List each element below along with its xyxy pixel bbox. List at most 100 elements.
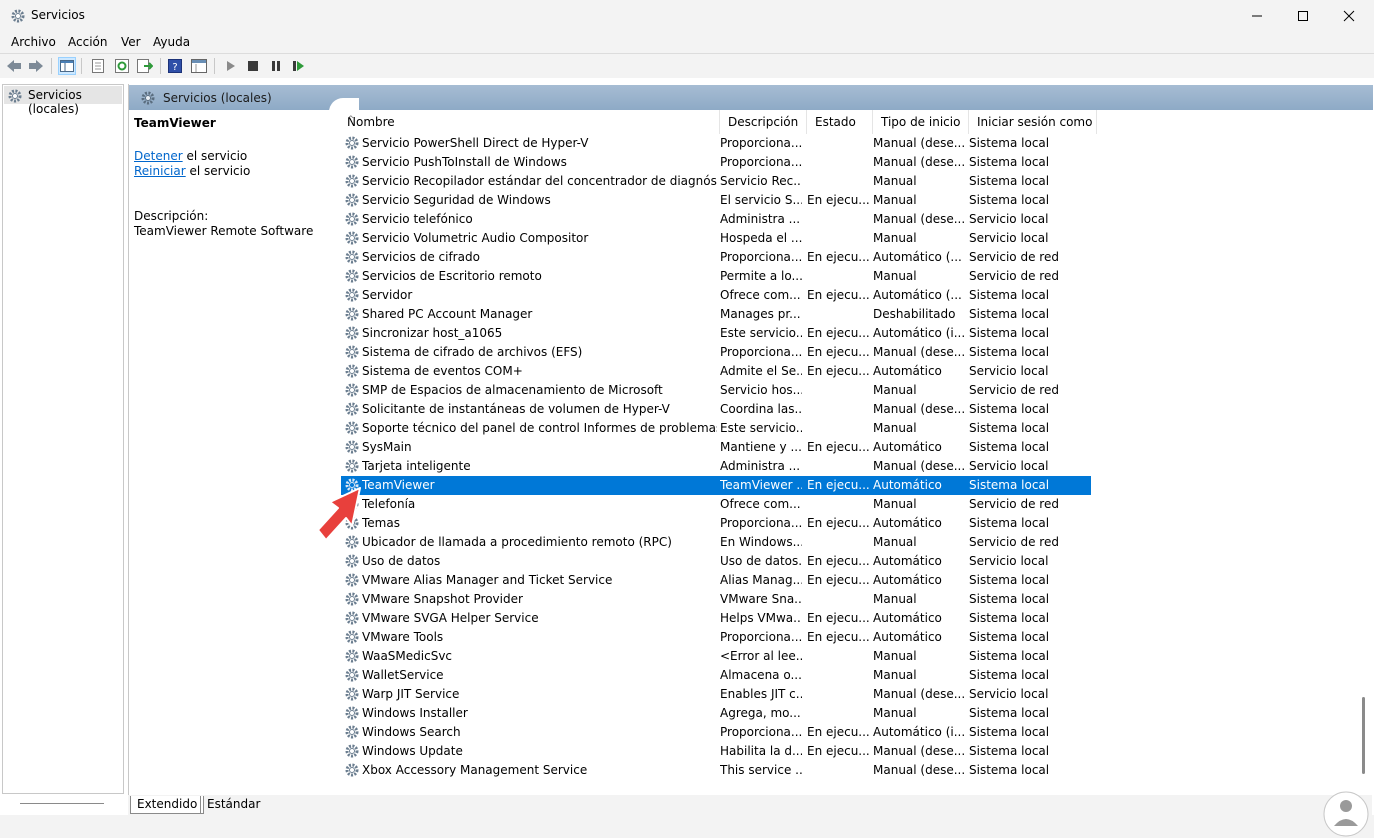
pause-service-button[interactable] [267, 57, 285, 75]
stop-service-link[interactable]: Detener [134, 149, 183, 163]
column-header[interactable]: Nombre ^ [339, 110, 720, 134]
refresh-button[interactable] [113, 57, 131, 75]
service-status: En ejecu... [807, 440, 870, 454]
column-header[interactable]: Estado [807, 110, 873, 134]
service-logon: Sistema local [969, 440, 1050, 454]
status-bar [0, 815, 1374, 838]
table-row[interactable]: Servicio Volumetric Audio Compositor Hosp… [341, 229, 1091, 248]
service-gear-icon [344, 249, 360, 265]
table-row[interactable]: Solicitante de instantáneas de volumen d… [341, 400, 1091, 419]
column-header-label: Tipo de inicio [881, 115, 961, 129]
service-description: El servicio S... [720, 193, 802, 207]
service-startup-type: Manual (dese... [873, 212, 965, 226]
service-name: Servicio Recopilador estándar del concen… [362, 174, 717, 188]
stop-service-button[interactable] [244, 57, 262, 75]
table-row[interactable]: Sincronizar host_a1065 Este servicio... En… [341, 324, 1091, 343]
table-row[interactable]: Servicios de Escritorio remoto Permite a … [341, 267, 1091, 286]
table-row[interactable]: Sistema de eventos COM+ Admite el Se... En… [341, 362, 1091, 381]
service-description: Almacena o... [720, 668, 802, 682]
menu-ayuda[interactable]: Ayuda [153, 35, 190, 49]
service-logon: Sistema local [969, 174, 1050, 188]
table-row[interactable]: VMware Snapshot Provider VMware Sna... Man… [341, 590, 1091, 609]
menu-archivo[interactable]: Archivo [11, 35, 56, 49]
service-startup-type: Manual [873, 668, 917, 682]
table-row[interactable]: Windows Update Habilita la d... En ejecu..… [341, 742, 1091, 761]
service-gear-icon [344, 401, 360, 417]
table-row[interactable]: Servicio Seguridad de Windows El servicio… [341, 191, 1091, 210]
table-row[interactable]: VMware Tools Proporciona... En ejecu... Aut… [341, 628, 1091, 647]
restart-service-button[interactable] [290, 57, 308, 75]
column-header[interactable]: Descripción [720, 110, 807, 134]
menu-accion[interactable]: Acción [68, 35, 107, 49]
service-name: Shared PC Account Manager [362, 307, 533, 321]
service-description: Servicio hos... [720, 383, 802, 397]
start-service-button[interactable] [222, 57, 240, 75]
table-row[interactable]: WalletService Almacena o... Manual Sistema … [341, 666, 1091, 685]
tab-extendido[interactable]: Extendido [130, 796, 205, 814]
show-hide-console-tree-button[interactable] [58, 57, 76, 75]
table-row[interactable]: Soporte técnico del panel de control Inf… [341, 419, 1091, 438]
column-header[interactable]: Tipo de inicio [873, 110, 969, 134]
toolbar-separator [81, 58, 82, 74]
tree-node-local-services[interactable]: Servicios (locales) [4, 86, 122, 116]
maximize-icon [1298, 10, 1308, 21]
table-row[interactable]: TeamViewer TeamViewer ... En ejecu... Autom… [341, 476, 1091, 495]
table-row[interactable]: Servicio telefónico Administra ... Manual … [341, 210, 1091, 229]
table-row[interactable]: Windows Search Proporciona... En ejecu... A… [341, 723, 1091, 742]
close-button[interactable] [1326, 0, 1372, 31]
service-name: Servidor [362, 288, 413, 302]
service-details-panel: TeamViewer Detener el servicio Reiniciar… [129, 110, 329, 795]
service-startup-type: Automático [873, 478, 942, 492]
service-gear-icon [344, 591, 360, 607]
vertical-scrollbar[interactable] [1362, 110, 1372, 786]
table-row[interactable]: Uso de datos Uso de datos... En ejecu... Au… [341, 552, 1091, 571]
table-row[interactable]: Servicio PushToInstall de Windows Proporc… [341, 153, 1091, 172]
table-row[interactable]: Sistema de cifrado de archivos (EFS) Prop… [341, 343, 1091, 362]
service-name: Servicio telefónico [362, 212, 473, 226]
back-button[interactable] [5, 57, 23, 75]
table-row[interactable]: SMP de Espacios de almacenamiento de Mic… [341, 381, 1091, 400]
maximize-button[interactable] [1280, 0, 1326, 31]
table-row[interactable]: Servidor Ofrece com... En ejecu... Automáti… [341, 286, 1091, 305]
table-row[interactable]: Ubicador de llamada a procedimiento remo… [341, 533, 1091, 552]
restart-service-link[interactable]: Reiniciar [134, 164, 186, 178]
column-header[interactable]: Iniciar sesión como [969, 110, 1097, 134]
service-name: Tarjeta inteligente [362, 459, 471, 473]
help-icon: ? [168, 59, 182, 73]
table-row[interactable]: Servicio PowerShell Direct de Hyper-V Pro… [341, 134, 1091, 153]
table-row[interactable]: Temas Proporciona... En ejecu... Automático… [341, 514, 1091, 533]
menu-ver[interactable]: Ver [121, 35, 141, 49]
service-logon: Servicio de red [969, 269, 1059, 283]
service-status: En ejecu... [807, 573, 870, 587]
table-row[interactable]: VMware Alias Manager and Ticket Service A… [341, 571, 1091, 590]
service-description: Helps VMwa... [720, 611, 802, 625]
table-row[interactable]: Windows Installer Agrega, mo... Manual Sist… [341, 704, 1091, 723]
table-row[interactable]: Shared PC Account Manager Manages pr... De… [341, 305, 1091, 324]
table-row[interactable]: Tarjeta inteligente Administra ... Manual … [341, 457, 1091, 476]
table-row[interactable]: VMware SVGA Helper Service Helps VMwa... E… [341, 609, 1091, 628]
service-description: Proporciona... [720, 136, 802, 150]
service-startup-type: Automático [873, 364, 942, 378]
help-button[interactable]: ? [166, 57, 184, 75]
table-row[interactable]: Servicios de cifrado Proporciona... En eje… [341, 248, 1091, 267]
table-row[interactable]: Xbox Accessory Management Service This se… [341, 761, 1091, 780]
properties-button[interactable] [89, 57, 107, 75]
minimize-button[interactable] [1234, 0, 1280, 31]
service-startup-type: Automático [873, 440, 942, 454]
table-row[interactable]: Servicio Recopilador estándar del concen… [341, 172, 1091, 191]
scrollbar-thumb[interactable] [1362, 697, 1365, 774]
service-startup-type: Manual [873, 592, 917, 606]
forward-button[interactable] [27, 57, 45, 75]
table-row[interactable]: Warp JIT Service Enables JIT c... Manual (… [341, 685, 1091, 704]
view-button[interactable] [190, 57, 208, 75]
export-list-button[interactable] [136, 57, 154, 75]
table-row[interactable]: WaaSMedicSvc <Error al lee... Manual Sistem… [341, 647, 1091, 666]
table-row[interactable]: Telefonía Ofrece com... Manual Servicio de … [341, 495, 1091, 514]
tab-estandar[interactable]: Estándar [200, 796, 266, 814]
service-description: Permite a lo... [720, 269, 802, 283]
service-description: Habilita la d... [720, 744, 802, 758]
service-logon: Sistema local [969, 649, 1050, 663]
table-row[interactable]: SysMain Mantiene y ... En ejecu... Automáti… [341, 438, 1091, 457]
restart-icon [293, 61, 304, 71]
service-logon: Sistema local [969, 516, 1050, 530]
